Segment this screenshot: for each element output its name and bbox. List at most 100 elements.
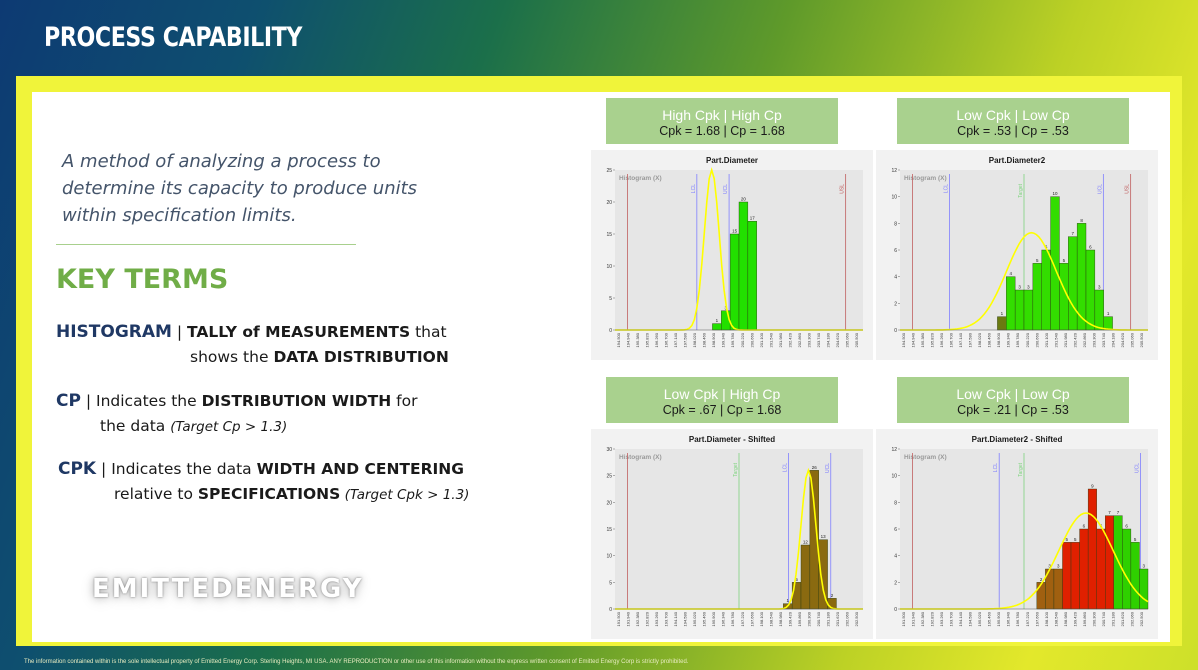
histogram-bar — [1050, 196, 1060, 331]
x-tick-label: 198.100 — [1044, 611, 1049, 626]
x-tick-label: 201.980 — [1063, 332, 1068, 347]
divider — [56, 244, 356, 245]
term-histogram-b1: TALLY of MEASUREMENTS — [187, 323, 411, 341]
chart-label-values: Cpk = 1.68 | Cp = 1.68 — [659, 124, 785, 138]
x-tick-label: 193.700 — [948, 611, 953, 626]
term-cpk-i1: (Target Cpk > 1.3) — [340, 487, 470, 503]
x-tick-label: 200.220 — [1025, 332, 1030, 347]
x-tick-label: 196.780 — [1015, 611, 1020, 626]
x-tick-label: 204.620 — [1120, 332, 1125, 347]
y-tick-label: 0 — [609, 607, 612, 613]
bar-label: 15 — [732, 229, 738, 234]
x-tick-label: 193.260 — [939, 611, 944, 626]
x-tick-label: 204.620 — [835, 332, 840, 347]
bar-label: 17 — [750, 216, 756, 221]
spec-line-label: Target — [733, 462, 739, 477]
y-tick-label: 25 — [606, 474, 612, 480]
histogram-chart-4: Part.Diameter2 - Shifted Histogram (X) 0 2 4… — [876, 429, 1158, 639]
x-tick-label: 202.060 — [845, 611, 850, 626]
histogram-bar — [1068, 236, 1078, 331]
y-tick-label: 8 — [894, 500, 897, 506]
x-tick-label: 205.060 — [845, 332, 850, 347]
term-cpk-name: CPK — [58, 459, 97, 479]
histogram-bar — [1085, 249, 1096, 331]
term-histogram-t2: shows the — [190, 348, 274, 366]
x-tick-label: 200.300 — [1092, 611, 1097, 626]
y-tick-label: 6 — [894, 248, 897, 254]
x-tick-label: 200.740 — [816, 611, 821, 626]
term-sep: | — [171, 323, 188, 341]
x-tick-label: 202.860 — [1082, 332, 1087, 347]
x-tick-label: 194.940 — [910, 332, 915, 347]
x-tick-label: 201.980 — [778, 332, 783, 347]
x-tick-label: 196.700 — [948, 332, 953, 347]
bar-label: 13 — [821, 534, 827, 539]
x-tick-label: 200.660 — [749, 332, 754, 347]
x-tick-label: 198.020 — [692, 332, 697, 347]
term-cp-b1: DISTRIBUTION WIDTH — [201, 392, 392, 410]
x-tick-label: 191.940 — [910, 611, 915, 626]
x-tick-label: 196.340 — [1006, 611, 1011, 626]
x-tick-label: 203.740 — [816, 332, 821, 347]
y-tick-label: 12 — [891, 447, 897, 453]
x-tick-label: 192.380 — [920, 611, 925, 626]
bar-label: 26 — [812, 465, 818, 470]
histogram-bar — [1053, 568, 1063, 610]
spec-line-label: USL — [840, 184, 846, 194]
x-tick-label: 200.660 — [1034, 332, 1039, 347]
page-title: PROCESS CAPABILITY — [44, 22, 303, 53]
x-tick-label: 203.740 — [1101, 332, 1106, 347]
chart-legend: Histogram (X) — [619, 175, 662, 182]
x-tick-label: 198.900 — [996, 332, 1001, 347]
x-tick-label: 197.580 — [968, 332, 973, 347]
x-tick-label: 202.500 — [854, 611, 859, 626]
histogram-bar — [1079, 528, 1089, 610]
x-tick-label: 199.860 — [1082, 611, 1087, 626]
histogram-bar — [1094, 289, 1104, 331]
term-cpk-b1: WIDTH AND CENTERING — [256, 460, 464, 478]
x-tick-label: 192.820 — [644, 611, 649, 626]
x-tick-label: 194.140 — [673, 611, 678, 626]
term-histogram: HISTOGRAM | TALLY of MEASUREMENTS that — [56, 322, 447, 342]
spec-line-label: Target — [1018, 462, 1024, 477]
x-tick-label: 195.900 — [711, 611, 716, 626]
y-tick-label: 0 — [894, 607, 897, 613]
x-tick-label: 197.220 — [740, 611, 745, 626]
x-tick-label: 194.580 — [683, 611, 688, 626]
chart-title: Part.Diameter — [706, 156, 758, 165]
disclaimer-text: The information contained within is the … — [24, 659, 689, 665]
chart-svg: Part.Diameter2 - Shifted Histogram (X) 0 2 4… — [876, 429, 1158, 639]
x-tick-label: 199.780 — [730, 332, 735, 347]
histogram-bar — [1041, 249, 1051, 331]
term-cpk-b2: SPECIFICATIONS — [197, 485, 341, 503]
x-tick-label: 191.940 — [625, 611, 630, 626]
x-tick-label: 198.980 — [1063, 611, 1068, 626]
x-tick-label: 202.420 — [787, 332, 792, 347]
histogram-bar — [1070, 542, 1080, 610]
x-tick-label: 196.700 — [663, 332, 668, 347]
x-tick-label: 196.780 — [730, 611, 735, 626]
x-tick-label: 194.580 — [968, 611, 973, 626]
x-tick-label: 195.380 — [920, 332, 925, 347]
chart-svg: Part.Diameter - Shifted Histogram (X) 0 5 10… — [591, 429, 873, 639]
y-tick-label: 15 — [606, 232, 612, 238]
x-tick-label: 199.780 — [1015, 332, 1020, 347]
x-tick-label: 195.460 — [702, 611, 707, 626]
x-tick-label: 205.500 — [854, 332, 859, 347]
x-tick-label: 201.100 — [1044, 332, 1049, 347]
histogram-bar — [1032, 263, 1042, 331]
term-histogram-b2: DATA DISTRIBUTION — [273, 348, 449, 366]
x-tick-label: 200.300 — [807, 611, 812, 626]
x-tick-label: 195.900 — [996, 611, 1001, 626]
chart-label-title: Low Cpk | High Cp — [663, 386, 781, 402]
x-tick-label: 201.540 — [768, 332, 773, 347]
x-tick-label: 201.540 — [1053, 332, 1058, 347]
chart-svg: Part.Diameter2 Histogram (X) 0 2 4 6 8 10 12 LCL T… — [876, 150, 1158, 360]
spec-line-label: LCL — [944, 184, 950, 193]
x-tick-label: 195.820 — [644, 332, 649, 347]
histogram-bar — [1122, 528, 1132, 610]
chart-label-1: High Cpk | High Cp Cpk = 1.68 | Cp = 1.6… — [606, 98, 838, 144]
x-tick-label: 199.420 — [1072, 611, 1077, 626]
chart-label-3: Low Cpk | High Cp Cpk = .67 | Cp = 1.68 — [606, 377, 838, 423]
histogram-bar — [747, 220, 757, 331]
